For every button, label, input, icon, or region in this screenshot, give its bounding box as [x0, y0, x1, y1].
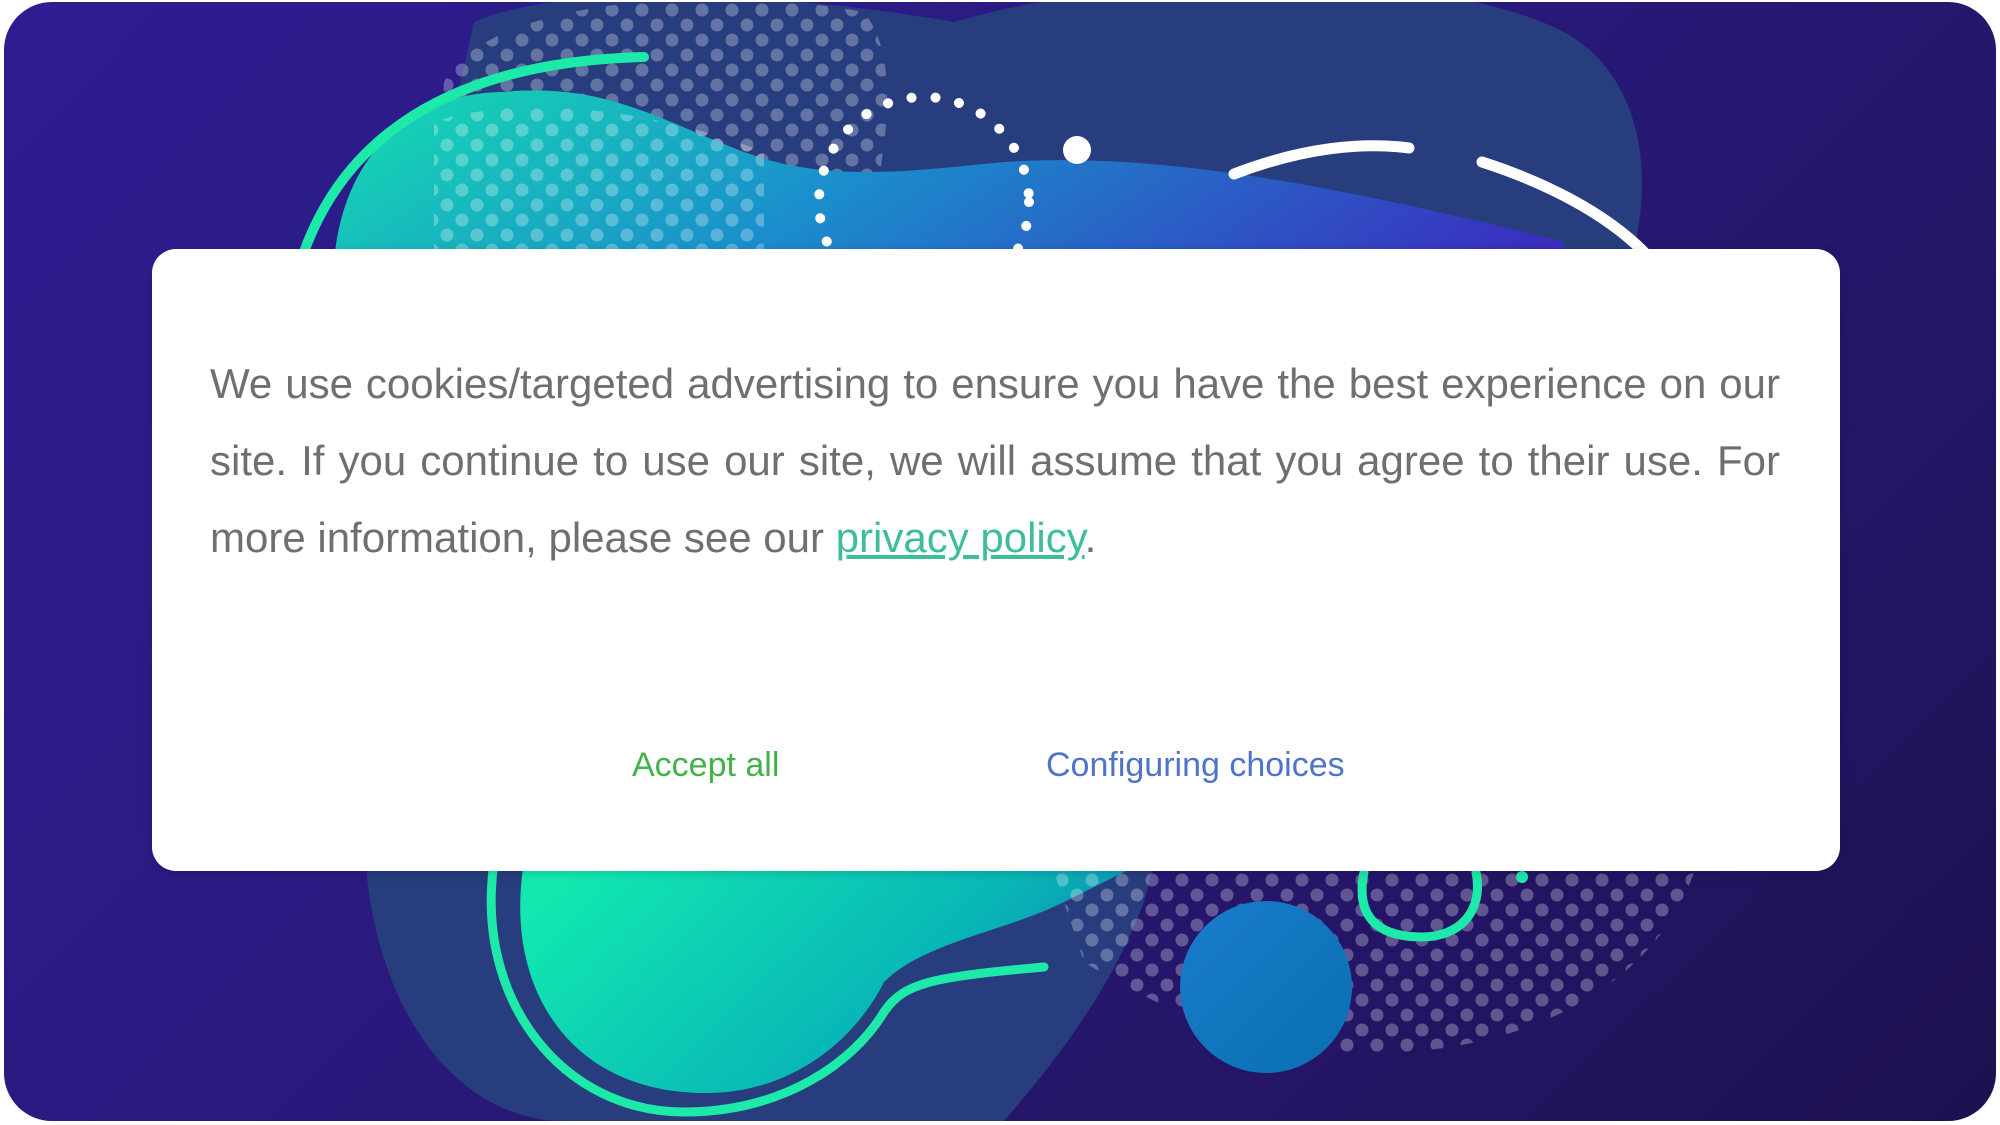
accept-all-button[interactable]: Accept all [618, 735, 793, 795]
cookie-message: We use cookies/targeted advertising to e… [210, 345, 1780, 576]
configure-choices-button[interactable]: Configuring choices [1032, 735, 1359, 795]
cookie-message-end: . [1084, 514, 1097, 561]
cookie-consent-dialog: We use cookies/targeted advertising to e… [152, 249, 1840, 871]
privacy-policy-link[interactable]: privacy policy [836, 514, 1085, 561]
